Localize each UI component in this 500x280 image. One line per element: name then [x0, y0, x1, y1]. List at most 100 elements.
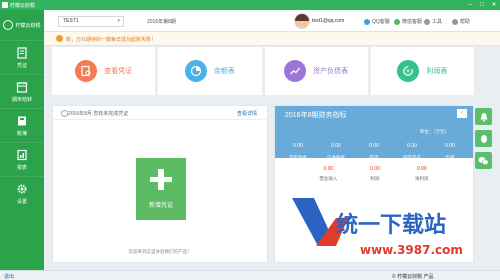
sidebar-item-reports[interactable]: 报表 — [0, 142, 44, 176]
line-chart-icon — [284, 60, 307, 82]
svg-text:¥: ¥ — [407, 69, 411, 75]
tile-label: 余额表 — [213, 68, 235, 75]
sidebar-item-books[interactable]: 账簿 — [0, 108, 44, 142]
close-button[interactable]: ✕ — [488, 0, 500, 10]
metric-label: 应收账款 — [327, 155, 345, 160]
app-title: 柠檬云财税 — [10, 2, 36, 9]
voucher-card: 2016年8月 您有未完成凭证 查看详情 新增凭证 欢迎来到这里体验我们的产品！ — [52, 105, 268, 263]
logout-link[interactable]: 退出 — [4, 273, 14, 280]
qq-chat-button[interactable] — [475, 130, 492, 147]
help-label: 帮助 — [460, 19, 471, 25]
wechat-icon — [394, 18, 400, 25]
sidebar-item-settings[interactable]: 设置 — [0, 176, 44, 210]
gear-icon — [17, 184, 27, 193]
metric-value: 0.00 — [293, 143, 303, 149]
tile-label: 利润表 — [426, 68, 448, 75]
metric-value: 0.00 — [369, 143, 379, 149]
top-header: TEST1 ▾ 2016年第8期 test1@qq.com QQ客服 微信客服 … — [44, 10, 500, 32]
qq-support-link[interactable]: QQ客服 — [364, 18, 390, 25]
tools-icon — [424, 18, 430, 25]
metric-label: 利润 — [370, 176, 380, 181]
metric-value: 0.00 — [445, 143, 455, 149]
help-link[interactable]: 帮助 — [452, 18, 470, 25]
tile-assets-liabilities[interactable]: 资产负债表 — [264, 47, 368, 95]
wechat-chat-button[interactable] — [475, 152, 492, 169]
tile-profit[interactable]: ¥ 利润表 — [370, 47, 474, 95]
metric-label: 货币资金 — [289, 155, 307, 160]
period-label: 2016年第8期 — [147, 19, 176, 25]
metric-net-profit: 0.00 净利润 — [398, 166, 445, 182]
finance-card-title: 2016年8期财务指标 — [285, 112, 347, 119]
finance-metrics-top: 0.00 货币资金 0.00 应收账款 0.00 存货 0.00 固定资产 0.00 负债 — [279, 143, 469, 161]
metric-fixed-assets: 0.00 固定资产 — [393, 143, 431, 161]
sidebar-item-label: 账簿 — [16, 130, 27, 137]
avatar[interactable] — [294, 13, 310, 29]
add-voucher-label: 新增凭证 — [148, 203, 173, 209]
chevron-down-icon: ▾ — [117, 18, 120, 24]
status-bar: 退出 © 柠檬云财税 产品 — [0, 270, 500, 280]
copyright-text: © 柠檬云财税 产品 — [392, 274, 434, 280]
metric-value: 0.00 — [370, 166, 380, 172]
metric-value: 0.00 — [416, 166, 427, 172]
tile-label: 查看凭证 — [104, 68, 133, 75]
minimize-button[interactable]: – — [464, 0, 476, 10]
view-details-link[interactable]: 查看详情 — [237, 110, 257, 117]
plus-icon-vertical — [158, 169, 164, 190]
search-voucher-icon — [75, 60, 98, 82]
tools-menu[interactable]: 工具 — [424, 18, 442, 25]
user-email[interactable]: test1@qq.com — [312, 18, 344, 24]
tile-view-voucher[interactable]: 查看凭证 — [52, 47, 156, 95]
sidebar-item-label: 报表 — [16, 164, 27, 171]
metric-value: 0.00 — [407, 143, 417, 149]
sidebar-item-label: 设置 — [16, 198, 27, 205]
ledger-select[interactable]: TEST1 ▾ — [58, 16, 124, 27]
alert-icon — [56, 35, 63, 42]
metric-label: 负债 — [445, 155, 455, 160]
finance-card-header: 2016年8期财务指标 ‹ 单位：（万元） 0.00 货币资金 0.00 应收账款 … — [275, 106, 473, 161]
finance-metrics-bottom: 0.00 营业收入 0.00 利润 0.00 净利润 — [305, 166, 445, 182]
notice-text[interactable]: 新，万众期待的一键每日成功起账失败！ — [66, 36, 156, 43]
notice-bar: 新，万众期待的一键每日成功起账失败！ — [44, 32, 500, 46]
wechat-support-label: 微信客服 — [402, 19, 423, 25]
book-icon — [18, 116, 26, 125]
maximize-button[interactable]: □ — [476, 0, 488, 10]
money-cycle-icon: ¥ — [397, 60, 420, 82]
metric-value: 0.00 — [331, 143, 341, 149]
bell-icon — [480, 112, 487, 122]
voucher-card-title: 2016年8月 您有未完成凭证 — [60, 110, 129, 117]
wechat-support-link[interactable]: 微信客服 — [394, 18, 422, 25]
chevron-left-icon[interactable]: ‹ — [457, 109, 467, 118]
watermark-title: 统一下载站 — [336, 212, 446, 238]
ledger-value: TEST1 — [63, 18, 79, 24]
voucher-card-header: 2016年8月 您有未完成凭证 查看详情 — [53, 106, 267, 120]
window-controls: – □ ✕ — [464, 0, 500, 10]
voucher-icon — [17, 46, 27, 59]
metric-value: 0.00 — [323, 166, 334, 172]
tile-balance-sheet[interactable]: 余额表 — [158, 47, 262, 95]
metric-liabilities: 0.00 负债 — [431, 143, 469, 161]
finance-unit: 单位：（万元） — [419, 129, 449, 134]
wechat-icon — [478, 156, 489, 165]
sidebar-item-voucher[interactable]: 凭证 — [0, 40, 44, 74]
metric-inventory: 0.00 存货 — [355, 143, 393, 161]
qq-support-label: QQ客服 — [372, 19, 390, 25]
watermark-url: www.3987.com — [360, 243, 463, 257]
sidebar-item-period-close[interactable]: 期末结转 — [0, 74, 44, 108]
metric-label: 固定资产 — [403, 155, 421, 160]
add-voucher-button[interactable]: 新增凭证 — [136, 158, 186, 220]
voucher-card-footer: 欢迎来到这里体验我们的产品！ — [128, 249, 192, 254]
pie-chart-icon — [184, 60, 207, 82]
sidebar: 柠檬云财税 凭证 期末结转 账簿 报表 设置 — [0, 10, 44, 270]
app-logo-icon — [2, 2, 8, 8]
notification-button[interactable] — [475, 108, 492, 125]
brand-name: 柠檬云财税 — [15, 22, 41, 29]
metric-label: 净利润 — [414, 176, 429, 181]
help-icon — [452, 18, 458, 25]
metric-revenue: 0.00 营业收入 — [305, 166, 352, 182]
watermark-logo: 统一下载站 www.3987.com — [292, 198, 463, 257]
quick-tiles: 查看凭证 余额表 资产负债表 ¥ 利润表 — [52, 47, 474, 95]
calendar-icon — [16, 81, 28, 93]
avatar-hair — [295, 14, 309, 21]
qq-icon — [364, 18, 370, 25]
brand: 柠檬云财税 — [0, 10, 44, 40]
